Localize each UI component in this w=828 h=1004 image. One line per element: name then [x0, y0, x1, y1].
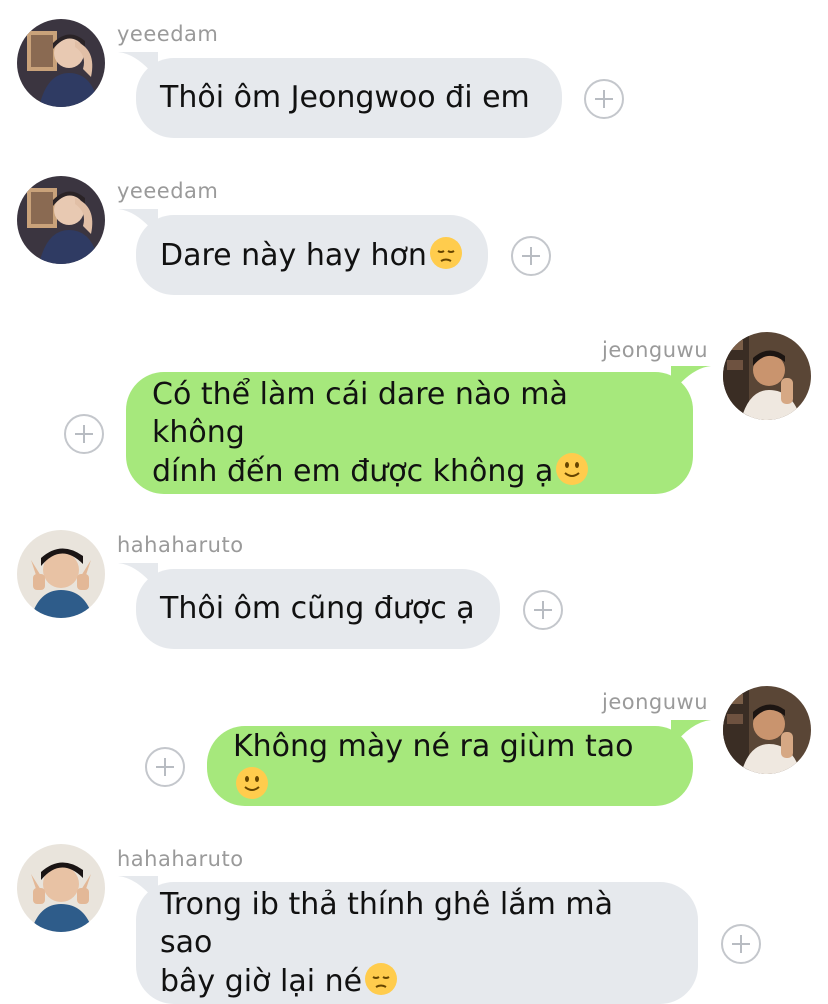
message-row: hahaharuto Trong ib thả thính ghê lắm mà… [0, 830, 828, 1004]
add-reaction-button[interactable] [721, 924, 761, 964]
profile-photo-icon [17, 530, 105, 618]
bubble-tail [118, 563, 158, 591]
message-text: Có thể làm cái dare nào mà không dính đế… [152, 376, 667, 491]
add-reaction-button[interactable] [584, 79, 624, 119]
message-row: hahaharuto Thôi ôm cũng được ạ [0, 510, 828, 670]
avatar[interactable] [17, 19, 105, 107]
bubble-tail [118, 876, 158, 904]
profile-photo-icon [17, 844, 105, 932]
message-row: yeeedam Dare này hay hơn [0, 150, 828, 310]
message-row: jeonguwu Có thể làm cái dare nào mà khôn… [0, 310, 828, 510]
bubble-tail [671, 366, 711, 394]
add-reaction-button[interactable] [64, 414, 104, 454]
slightly-smiling-face-emoji [556, 452, 589, 485]
sender-username: jeonguwu [602, 338, 709, 362]
bubble-tail [671, 720, 711, 748]
sender-username: yeeedam [117, 179, 219, 203]
message-text: Không mày né ra giùm tao [233, 728, 667, 805]
sender-username: hahaharuto [117, 533, 244, 557]
message-bubble[interactable]: Dare này hay hơn [118, 209, 488, 295]
profile-photo-icon [17, 19, 105, 107]
add-reaction-button[interactable] [523, 590, 563, 630]
message-row: yeeedam Thôi ôm Jeongwoo đi em [0, 0, 828, 150]
avatar[interactable] [17, 530, 105, 618]
message-text: Thôi ôm cũng được ạ [160, 591, 475, 626]
message-bubble[interactable]: Trong ib thả thính ghê lắm mà sao bây gi… [118, 876, 698, 1004]
message-text: Dare này hay hơn [160, 236, 463, 275]
profile-photo-icon [723, 332, 811, 420]
message-row: jeonguwu Không mày né ra giùm tao [0, 670, 828, 830]
bubble-tail [118, 209, 158, 237]
bubble-tail [118, 52, 158, 80]
pensive-face-emoji [429, 236, 462, 269]
sender-username: jeonguwu [602, 690, 709, 714]
slightly-smiling-face-emoji [236, 766, 268, 799]
profile-photo-icon [17, 176, 105, 264]
avatar[interactable] [17, 844, 105, 932]
message-bubble[interactable]: Không mày né ra giùm tao [207, 720, 711, 806]
avatar[interactable] [17, 176, 105, 264]
sender-username: yeeedam [117, 22, 219, 46]
message-bubble[interactable]: Có thể làm cái dare nào mà không dính đế… [126, 366, 711, 494]
pensive-face-emoji [365, 962, 398, 995]
message-text: Thôi ôm Jeongwoo đi em [160, 80, 530, 115]
profile-photo-icon [723, 686, 811, 774]
sender-username: hahaharuto [117, 847, 244, 871]
add-reaction-button[interactable] [145, 747, 185, 787]
message-bubble[interactable]: Thôi ôm Jeongwoo đi em [118, 52, 562, 138]
avatar[interactable] [723, 686, 811, 774]
avatar[interactable] [723, 332, 811, 420]
message-bubble[interactable]: Thôi ôm cũng được ạ [118, 563, 500, 649]
add-reaction-button[interactable] [511, 236, 551, 276]
message-text: Trong ib thả thính ghê lắm mà sao bây gi… [160, 886, 613, 999]
